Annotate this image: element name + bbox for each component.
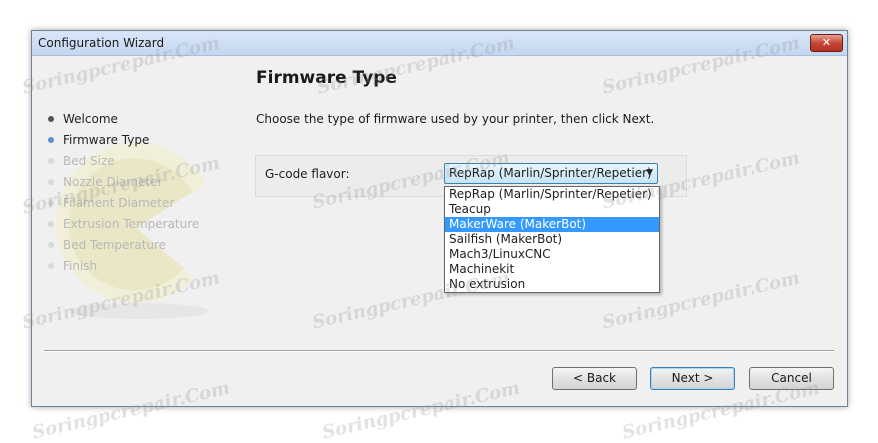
dropdown-option[interactable]: No extrusion — [445, 277, 659, 292]
step-label: Bed Size — [63, 154, 115, 168]
chevron-down-icon[interactable]: ▼ — [646, 164, 653, 183]
step-welcome: Welcome — [47, 110, 199, 131]
step-bullet-icon — [48, 200, 54, 206]
dropdown-option[interactable]: RepRap (Marlin/Sprinter/Repetier) — [445, 187, 659, 202]
dropdown-option[interactable]: Sailfish (MakerBot) — [445, 232, 659, 247]
step-bullet-icon — [48, 242, 54, 248]
step-bullet-icon — [48, 158, 54, 164]
step-extrusion-temperature: Extrusion Temperature — [47, 215, 199, 236]
step-finish: Finish — [47, 257, 199, 278]
dropdown-option[interactable]: Machinekit — [445, 262, 659, 277]
dropdown-option-highlighted[interactable]: MakerWare (MakerBot) — [445, 217, 659, 232]
step-bed-temperature: Bed Temperature — [47, 236, 199, 257]
step-label: Filament Diameter — [63, 196, 175, 210]
step-label: Extrusion Temperature — [63, 217, 200, 231]
gcode-flavor-selected-value: RepRap (Marlin/Sprinter/Repetier) — [449, 166, 652, 180]
wizard-steps-list: Welcome Firmware Type Bed Size Nozzle Di… — [47, 110, 199, 278]
gcode-flavor-label: G-code flavor: — [265, 167, 350, 181]
step-bullet-icon — [48, 179, 54, 185]
step-bullet-icon — [48, 137, 54, 143]
step-label: Welcome — [63, 112, 118, 126]
gcode-flavor-dropdown-list: RepRap (Marlin/Sprinter/Repetier) Teacup… — [444, 186, 660, 293]
step-filament-diameter: Filament Diameter — [47, 194, 199, 215]
step-bullet-icon — [48, 221, 54, 227]
close-icon[interactable]: ✕ — [810, 34, 843, 52]
step-bed-size: Bed Size — [47, 152, 199, 173]
step-label: Bed Temperature — [63, 238, 167, 252]
gcode-flavor-select[interactable]: RepRap (Marlin/Sprinter/Repetier) ▼ — [444, 163, 658, 184]
title-bar[interactable]: Configuration Wizard ✕ — [32, 31, 847, 56]
dropdown-option[interactable]: Mach3/LinuxCNC — [445, 247, 659, 262]
footer-separator — [44, 350, 834, 352]
step-label: Finish — [63, 259, 98, 273]
window-title: Configuration Wizard — [38, 36, 165, 50]
cancel-button[interactable]: Cancel — [749, 367, 834, 390]
next-button[interactable]: Next > — [650, 367, 735, 390]
step-firmware-type: Firmware Type — [47, 131, 199, 152]
step-nozzle-diameter: Nozzle Diameter — [47, 173, 199, 194]
dropdown-option[interactable]: Teacup — [445, 202, 659, 217]
page-title: Firmware Type — [256, 68, 397, 88]
step-bullet-icon — [48, 116, 54, 122]
step-label: Firmware Type — [63, 133, 150, 147]
instructions-text: Choose the type of firmware used by your… — [256, 112, 655, 126]
back-button[interactable]: < Back — [552, 367, 637, 390]
step-bullet-icon — [48, 263, 54, 269]
step-label: Nozzle Diameter — [63, 175, 163, 189]
